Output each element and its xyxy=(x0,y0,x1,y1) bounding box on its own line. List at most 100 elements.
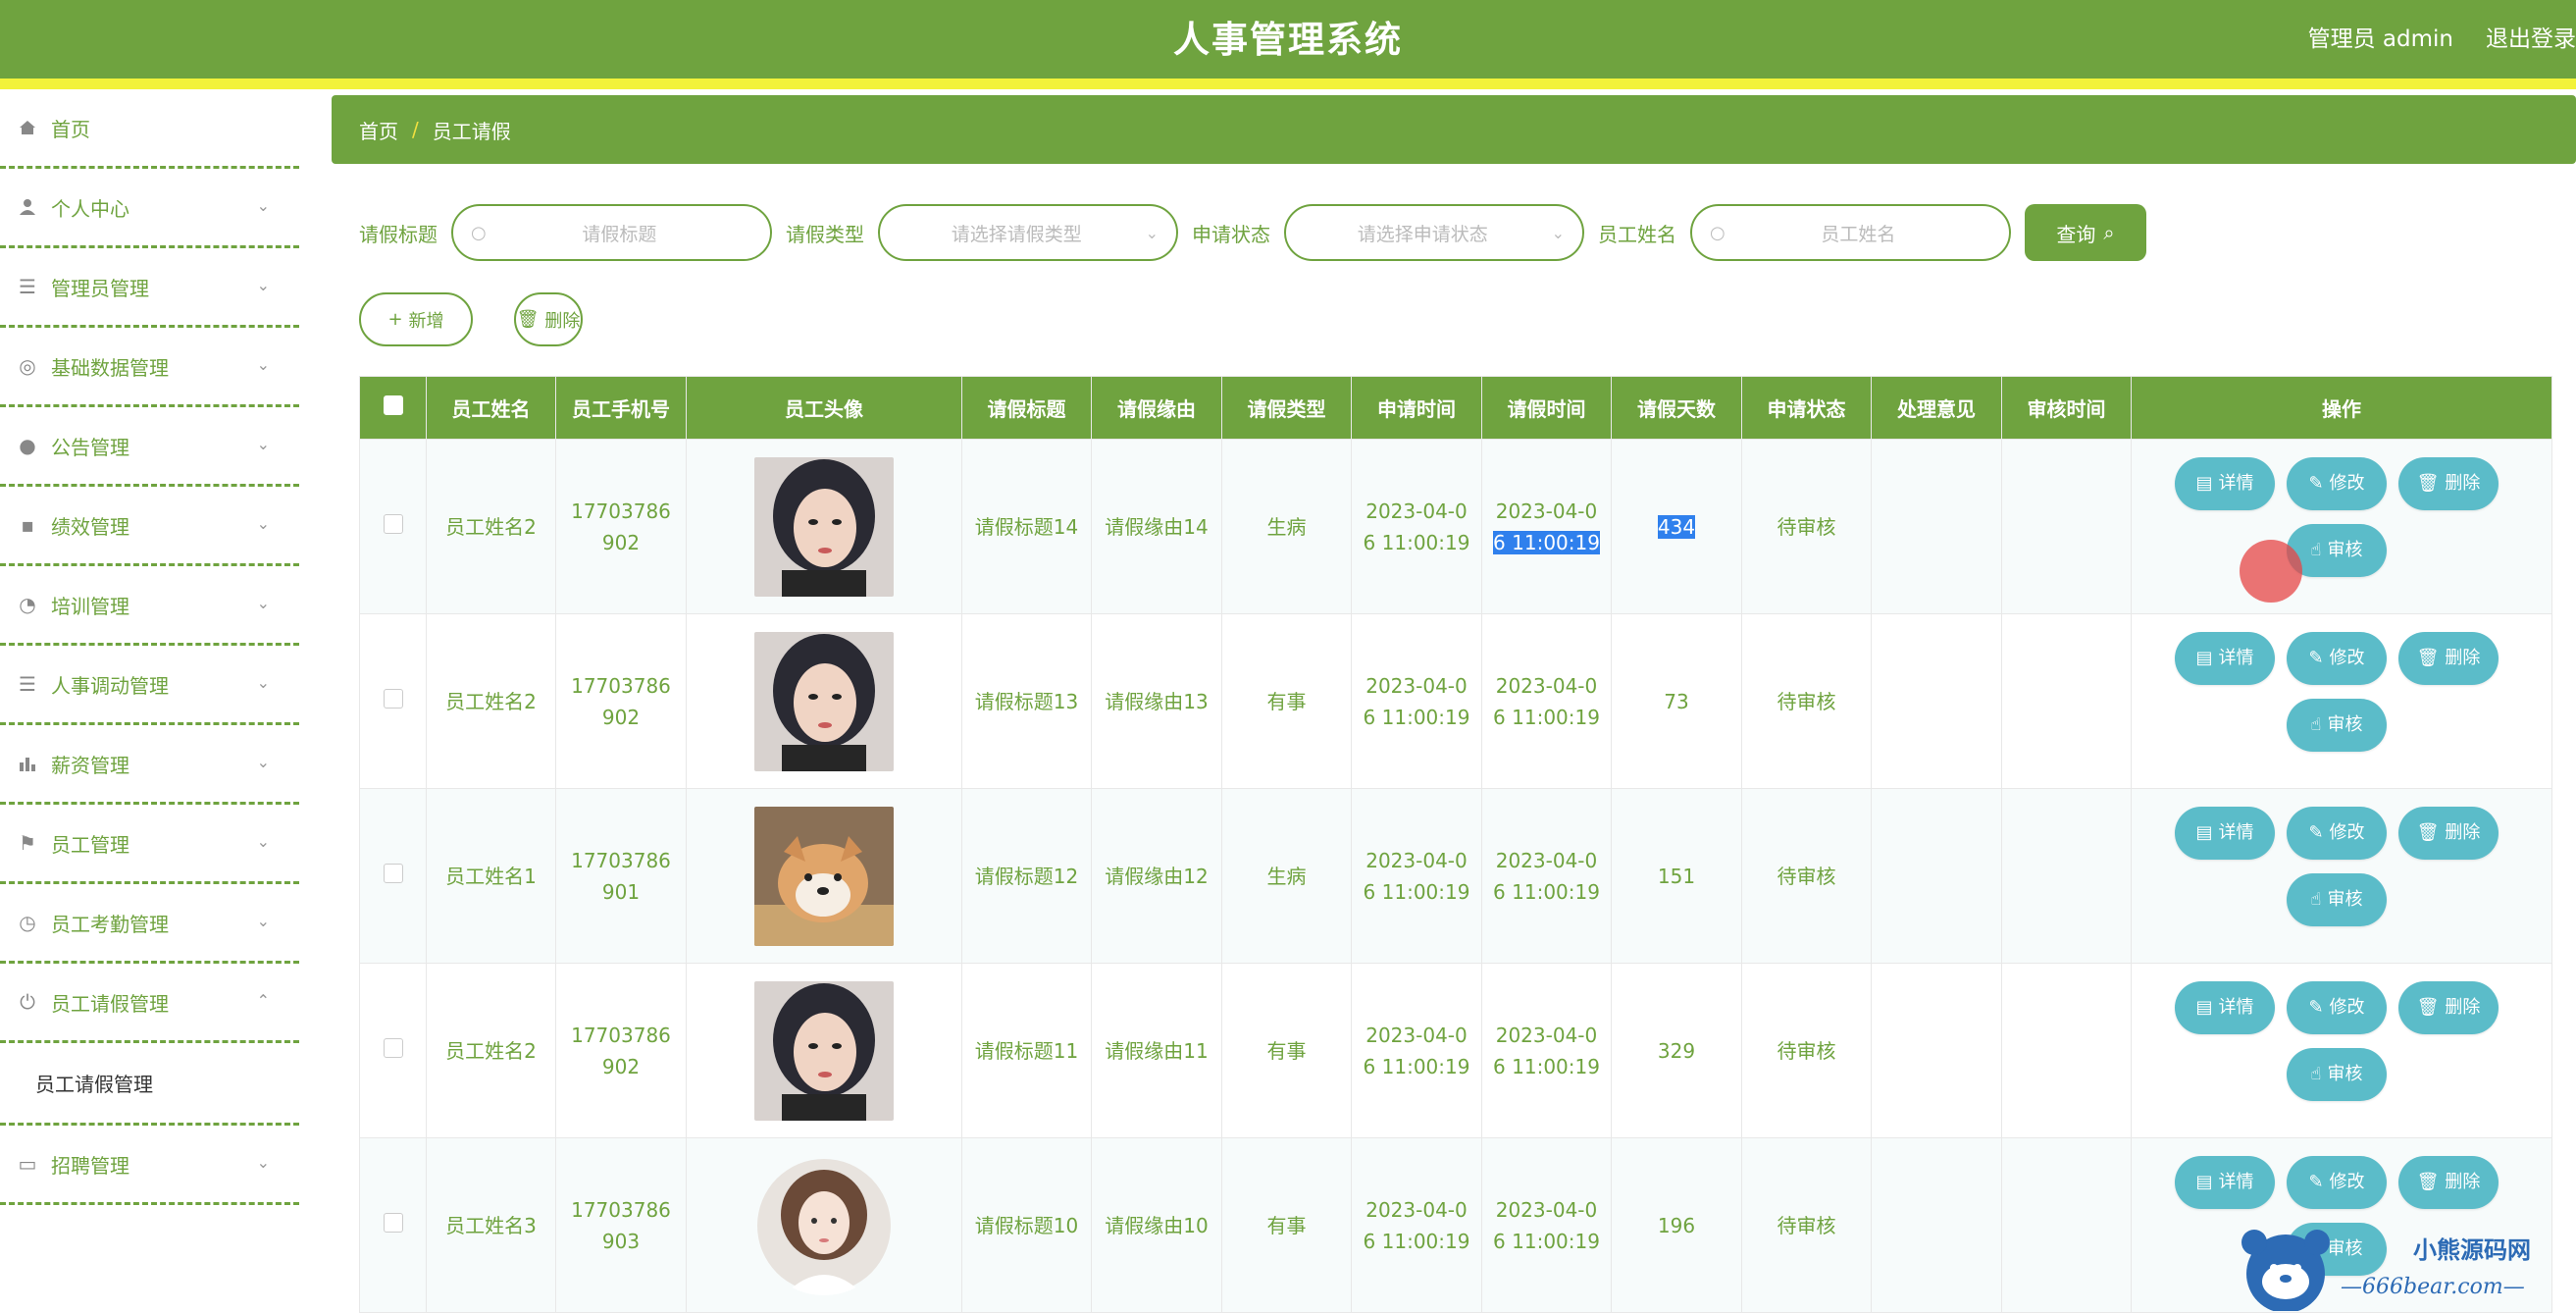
cursor-highlight xyxy=(2240,540,2302,603)
column-header: 员工姓名 xyxy=(426,376,556,440)
delete-button[interactable]: 🗑 删除 xyxy=(2398,981,2499,1034)
dog-photo xyxy=(754,806,894,946)
thumb-icon: ☝ xyxy=(2310,540,2322,560)
row-select-cell[interactable] xyxy=(359,1137,427,1313)
row-checkbox[interactable] xyxy=(383,1212,403,1233)
sidebar-subitem-leave-management[interactable]: 员工请假管理 xyxy=(0,1043,299,1126)
status-select[interactable]: 请选择申请状态 ⌄ xyxy=(1284,204,1584,261)
status-cell: 待审核 xyxy=(1741,1137,1872,1313)
leave-reason-cell: 请假缘由12 xyxy=(1091,788,1222,964)
sidebar-item-leave[interactable]: ⏻ 员工请假管理 ⌃ xyxy=(0,964,299,1043)
phone-line: 902 xyxy=(601,530,641,554)
phone-line: 17703786 xyxy=(571,1023,671,1047)
phone-line: 901 xyxy=(601,879,641,904)
leave-reason-cell: 请假缘由10 xyxy=(1091,1137,1222,1313)
girl-photo xyxy=(754,631,894,771)
sidebar-item-performance[interactable]: ▪ 绩效管理 ⌄ xyxy=(0,487,299,566)
type-select[interactable]: 请选择请假类型 ⌄ xyxy=(878,204,1178,261)
table-row: 员工姓名1 17703786 901 请假标题12 请假缘由12 生病 2023-… xyxy=(359,788,2552,964)
row-checkbox[interactable] xyxy=(383,863,403,883)
detail-button[interactable]: ▤ 详情 xyxy=(2175,1156,2275,1209)
title-search-input[interactable]: ○ 请假标题 xyxy=(451,204,772,261)
row-checkbox[interactable] xyxy=(383,688,403,709)
row-select-cell[interactable] xyxy=(359,439,427,614)
time-line: 2023-04-0 xyxy=(1365,848,1468,872)
detail-button[interactable]: ▤ 详情 xyxy=(2175,632,2275,685)
edit-button[interactable]: ✎ 修改 xyxy=(2287,981,2387,1034)
column-header: 操作 xyxy=(2131,376,2552,440)
column-header: 请假缘由 xyxy=(1091,376,1222,440)
row-select-cell[interactable] xyxy=(359,788,427,964)
select-all-header[interactable] xyxy=(359,376,427,440)
sidebar-item-recruitment[interactable]: ▭ 招聘管理 ⌄ xyxy=(0,1126,299,1205)
sidebar-item-personal-center[interactable]: 个人中心 ⌄ xyxy=(0,169,299,248)
sidebar-item-home[interactable]: 首页 xyxy=(0,89,299,169)
detail-button[interactable]: ▤ 详情 xyxy=(2175,981,2275,1034)
leave-days-cell: 329 xyxy=(1611,963,1742,1138)
edit-button[interactable]: ✎ 修改 xyxy=(2287,457,2387,510)
sidebar-item-notice[interactable]: ● 公告管理 ⌄ xyxy=(0,407,299,487)
sidebar-item-label: 首页 xyxy=(51,117,90,141)
leave-time-cell: 2023-04-0 6 11:00:19 xyxy=(1481,963,1612,1138)
employee-name-cell: 员工姓名2 xyxy=(426,963,556,1138)
name-search-input[interactable]: ○ 员工姓名 xyxy=(1690,204,2011,261)
logout-link[interactable]: 退出登录 xyxy=(2486,20,2576,53)
leave-days-cell: 196 xyxy=(1611,1137,1742,1313)
chevron-down-icon: ⌄ xyxy=(256,1153,270,1172)
document-icon: ▤ xyxy=(2195,822,2213,843)
bulb-icon: ● xyxy=(19,434,36,457)
sidebar-item-label: 员工管理 xyxy=(51,832,129,857)
home-icon xyxy=(16,116,39,139)
edit-button[interactable]: ✎ 修改 xyxy=(2287,807,2387,860)
delete-button[interactable]: 🗑 删除 xyxy=(2398,807,2499,860)
delete-button[interactable]: 🗑 删除 xyxy=(2398,632,2499,685)
row-checkbox[interactable] xyxy=(383,1037,403,1058)
employee-phone-cell: 17703786 902 xyxy=(555,613,687,789)
sidebar-item-admin[interactable]: ☰ 管理员管理 ⌄ xyxy=(0,248,299,328)
detail-button[interactable]: ▤ 详情 xyxy=(2175,457,2275,510)
breadcrumb-home[interactable]: 首页 xyxy=(359,116,398,144)
row-select-cell[interactable] xyxy=(359,963,427,1138)
search-icon: ○ xyxy=(1710,222,1726,243)
sidebar-item-training[interactable]: ◔ 培训管理 ⌄ xyxy=(0,566,299,646)
detail-button[interactable]: ▤ 详情 xyxy=(2175,807,2275,860)
chevron-down-icon: ⌄ xyxy=(256,832,270,851)
leave-table: 员工姓名 员工手机号 员工头像 请假标题 请假缘由 请假类型 申请时间 请假时间… xyxy=(359,376,2552,1313)
delete-button[interactable]: 🗑 删除 xyxy=(2398,457,2499,510)
sidebar: 首页 个人中心 ⌄ ☰ 管理员管理 ⌄ ◎ 基础数据管理 ⌄ ● 公告管理 ⌄ … xyxy=(0,89,299,1205)
chevron-down-icon: ⌄ xyxy=(1551,223,1565,242)
bulk-delete-button[interactable]: 🗑 删除 xyxy=(514,292,583,346)
sidebar-item-salary[interactable]: 薪资管理 ⌄ xyxy=(0,725,299,805)
add-button[interactable]: + 新增 xyxy=(359,292,473,346)
employee-name-cell: 员工姓名2 xyxy=(426,613,556,789)
apply-time-cell: 2023-04-0 6 11:00:19 xyxy=(1351,788,1482,964)
select-all-checkbox[interactable] xyxy=(383,395,403,415)
row-checkbox[interactable] xyxy=(383,513,403,534)
sidebar-item-base-data[interactable]: ◎ 基础数据管理 ⌄ xyxy=(0,328,299,407)
pencil-icon: ✎ xyxy=(2308,473,2324,494)
operations-cell: ▤详情 ✎修改 🗑删除 ☝审核 xyxy=(2131,439,2552,614)
review-button[interactable]: ☝审核 xyxy=(2287,873,2387,926)
edit-button[interactable]: ✎ 修改 xyxy=(2287,632,2387,685)
status-cell: 待审核 xyxy=(1741,788,1872,964)
edit-button[interactable]: ✎ 修改 xyxy=(2287,1156,2387,1209)
column-header: 申请状态 xyxy=(1741,376,1872,440)
delete-button[interactable]: 🗑 删除 xyxy=(2398,1156,2499,1209)
leave-title-cell: 请假标题12 xyxy=(961,788,1092,964)
operations-cell: ▤详情 ✎修改 🗑删除 ☝审核 xyxy=(2131,963,2552,1138)
sidebar-item-label: 基础数据管理 xyxy=(51,355,169,380)
watermark-logo: 小熊源码网 —666bear.com— xyxy=(2241,1230,2531,1311)
row-select-cell[interactable] xyxy=(359,613,427,789)
query-button[interactable]: 查询 ⌕ xyxy=(2025,204,2146,261)
review-button[interactable]: ☝审核 xyxy=(2287,699,2387,752)
delete-label: 删除 xyxy=(2445,473,2481,494)
time-line: 2023-04-0 xyxy=(1365,673,1468,698)
status-cell: 待审核 xyxy=(1741,439,1872,614)
sidebar-item-employee[interactable]: ⚑ 员工管理 ⌄ xyxy=(0,805,299,884)
column-header: 员工手机号 xyxy=(555,376,687,440)
review-button[interactable]: ☝审核 xyxy=(2287,1048,2387,1101)
sidebar-item-attendance[interactable]: ◷ 员工考勤管理 ⌄ xyxy=(0,884,299,964)
operations-cell: ▤详情 ✎修改 🗑删除 ☝审核 xyxy=(2131,788,2552,964)
trash-icon: 🗑 xyxy=(2416,997,2440,1018)
sidebar-item-transfer[interactable]: ☰ 人事调动管理 ⌄ xyxy=(0,646,299,725)
